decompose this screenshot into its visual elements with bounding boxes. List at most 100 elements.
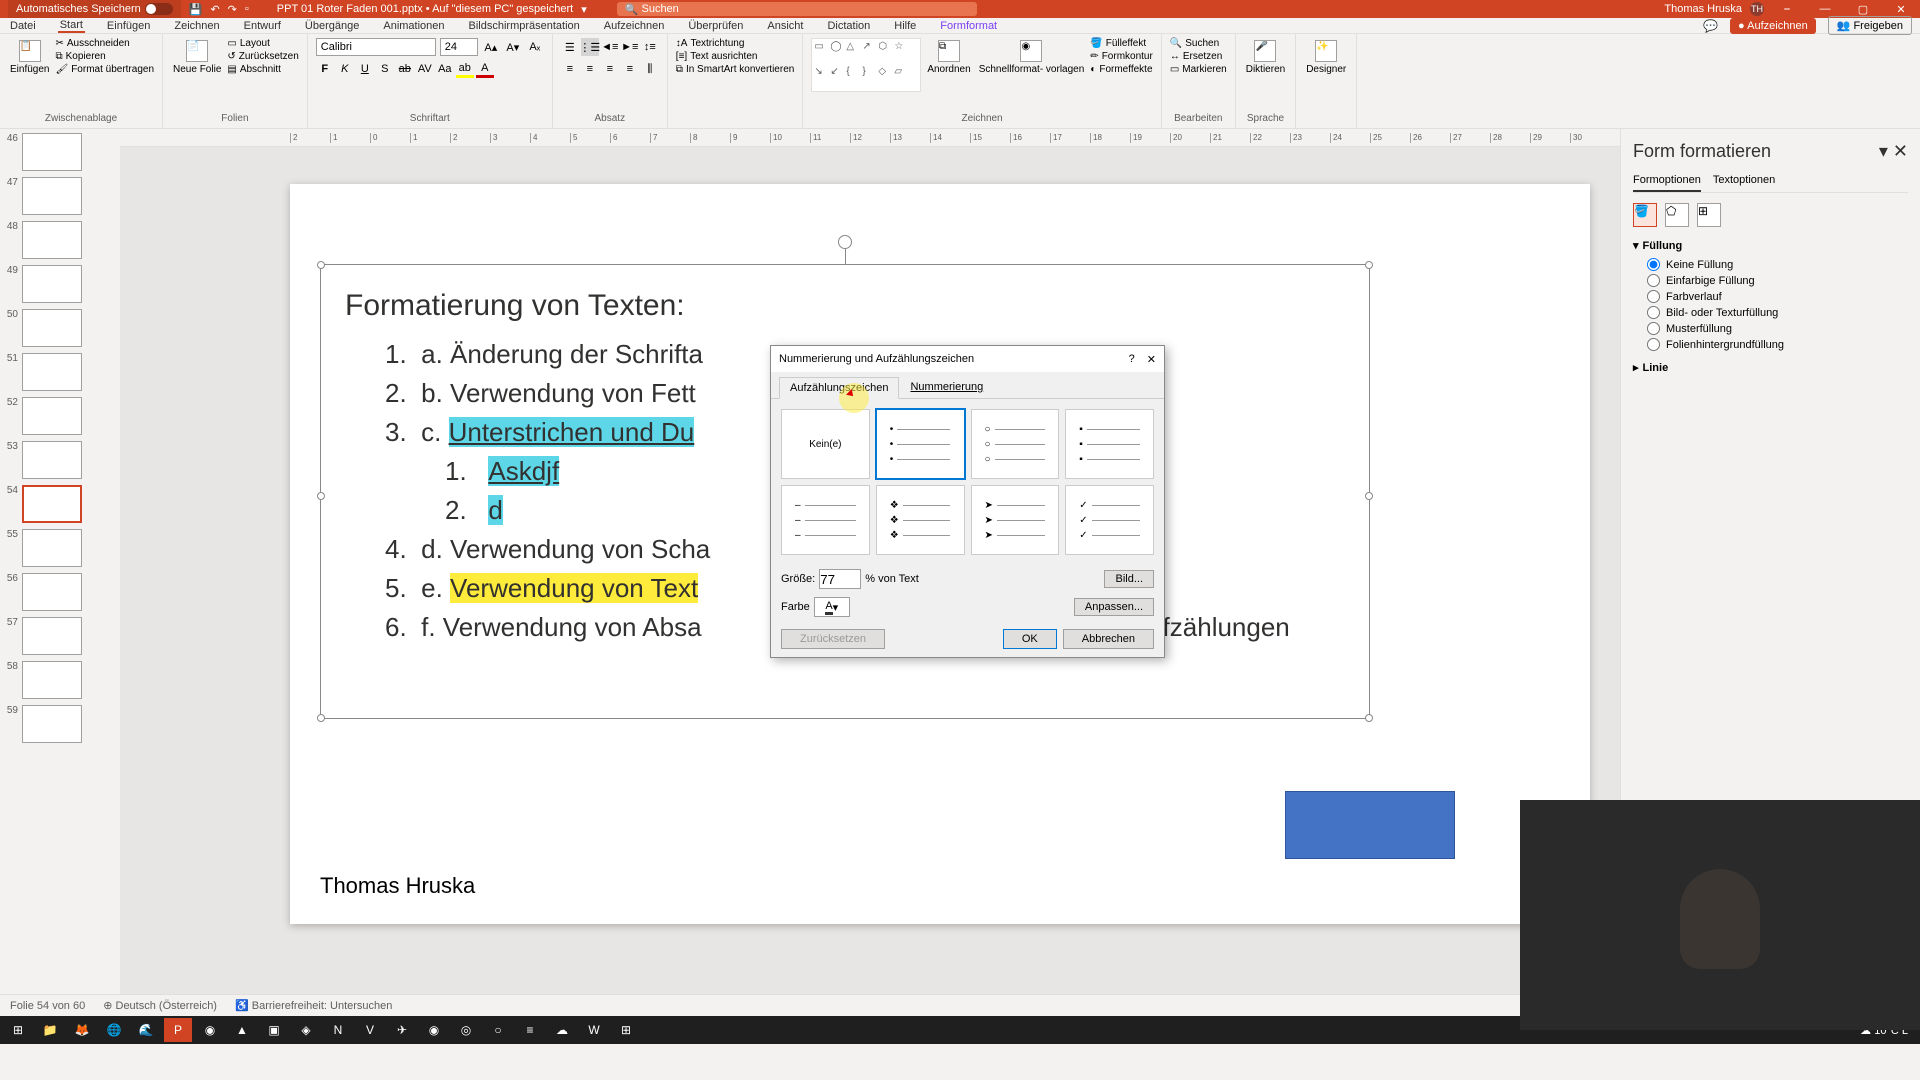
tab-zeichnen[interactable]: Zeichnen [172,20,221,32]
bullet-option-check[interactable]: ✓✓✓ [1065,485,1154,555]
app-icon[interactable]: V [356,1018,384,1042]
fill-section[interactable]: ▾ Füllung [1633,239,1908,252]
bullet-option-arrow[interactable]: ➤➤➤ [971,485,1060,555]
thumbnail-slide-46[interactable]: 46 [4,133,116,171]
record-button[interactable]: ● Aufzeichnen [1730,18,1816,34]
size-icon[interactable]: ⊞ [1697,203,1721,227]
cut-button[interactable]: ✂ Ausschneiden [55,38,154,49]
tab-uebergaenge[interactable]: Übergänge [303,20,361,32]
app-icon[interactable]: ≡ [516,1018,544,1042]
tab-formformat[interactable]: Formformat [938,20,999,32]
resize-handle[interactable] [1365,492,1373,500]
app-icon[interactable]: ◉ [196,1018,224,1042]
bullet-option-square[interactable]: ▪▪▪ [1065,409,1154,479]
clear-format-icon[interactable]: Aₓ [526,38,544,56]
autosave-toggle[interactable]: Automatisches Speichern [8,0,181,18]
replace-button[interactable]: ↔ Ersetzen [1170,51,1227,62]
bullet-option-disc[interactable]: ••• [876,409,965,479]
color-picker[interactable]: A ▾ [814,597,850,617]
picture-button[interactable]: Bild... [1104,570,1154,588]
close-dialog-icon[interactable]: ✕ [1147,353,1156,366]
customize-button[interactable]: Anpassen... [1074,598,1154,616]
numbering-button[interactable]: ⋮☰ [581,38,599,56]
thumbnail-slide-58[interactable]: 58 [4,661,116,699]
tab-text-options[interactable]: Textoptionen [1713,174,1775,192]
tab-hilfe[interactable]: Hilfe [892,20,918,32]
user-avatar[interactable]: TH [1750,2,1764,16]
section-button[interactable]: ▤ Abschnitt [227,64,298,75]
firefox-icon[interactable]: 🦊 [68,1018,96,1042]
slide-counter[interactable]: Folie 54 von 60 [10,1000,85,1012]
align-center-button[interactable]: ≡ [581,60,599,78]
resize-handle[interactable] [317,261,325,269]
spacing-button[interactable]: AV [416,60,434,78]
save-icon[interactable]: 💾 [189,3,203,16]
font-size-input[interactable]: 24 [440,38,478,56]
fill-radio-1[interactable]: Einfarbige Füllung [1647,274,1908,287]
bullet-option-circle[interactable]: ○○○ [971,409,1060,479]
start-button[interactable]: ⊞ [4,1018,32,1042]
explorer-icon[interactable]: 📁 [36,1018,64,1042]
arrange-button[interactable]: ⧉Anordnen [925,38,972,77]
resize-handle[interactable] [1365,714,1373,722]
tab-aufzeichnen[interactable]: Aufzeichnen [602,20,667,32]
tab-animationen[interactable]: Animationen [381,20,446,32]
shapes-gallery[interactable]: ▭◯△↗⬡☆ ↘↙{}◇▱ [811,38,921,92]
align-right-button[interactable]: ≡ [601,60,619,78]
app-icon[interactable]: ◈ [292,1018,320,1042]
author-text[interactable]: Thomas Hruska [320,873,475,899]
help-icon[interactable]: ? [1129,353,1135,366]
linespace-button[interactable]: ↕≡ [641,38,659,56]
fill-radio-4[interactable]: Musterfüllung [1647,322,1908,335]
shape-fill-button[interactable]: 🪣 Fülleffekt [1090,38,1153,49]
increase-font-icon[interactable]: A▴ [482,38,500,56]
shape-outline-button[interactable]: ✏ Formkontur [1090,51,1153,62]
slide-thumbnails[interactable]: 4647484950515253545556575859 [0,129,120,994]
tab-bildschirm[interactable]: Bildschirmpräsentation [467,20,582,32]
toggle-switch[interactable] [145,3,173,15]
copy-button[interactable]: ⧉ Kopieren [55,51,154,62]
quickstyles-button[interactable]: ◉Schnellformat- vorlagen [977,38,1087,77]
paste-button[interactable]: 📋Einfügen [8,38,51,77]
tab-bullets[interactable]: Aufzählungszeichen [779,377,899,399]
thumbnail-slide-47[interactable]: 47 [4,177,116,215]
dropdown-icon[interactable]: ▾ [581,3,587,16]
cancel-button[interactable]: Abbrechen [1063,629,1154,649]
text-direction-button[interactable]: ↕A Textrichtung [676,38,795,49]
tab-shape-options[interactable]: Formoptionen [1633,174,1701,192]
tab-ansicht[interactable]: Ansicht [765,20,805,32]
thumbnail-slide-53[interactable]: 53 [4,441,116,479]
bullet-option-diamond[interactable]: ❖❖❖ [876,485,965,555]
columns-button[interactable]: ⫼ [641,60,659,78]
smartart-button[interactable]: ⧉ In SmartArt konvertieren [676,64,795,75]
resize-handle[interactable] [1365,261,1373,269]
indent-button[interactable]: ►≡ [621,38,639,56]
tab-numbering[interactable]: Nummerierung [899,376,994,398]
strike-button[interactable]: ab [396,60,414,78]
dictate-button[interactable]: 🎤Diktieren [1244,38,1287,77]
font-color-button[interactable]: A [476,60,494,78]
font-name-input[interactable]: Calibri [316,38,436,56]
ok-button[interactable]: OK [1003,629,1057,649]
new-slide-button[interactable]: 📄Neue Folie [171,38,223,77]
thumbnail-slide-55[interactable]: 55 [4,529,116,567]
app-icon[interactable]: ☁ [548,1018,576,1042]
line-section[interactable]: ▸ Linie [1633,361,1908,374]
slide-title-text[interactable]: Formatierung von Texten: [345,289,1345,323]
chrome-icon[interactable]: 🌐 [100,1018,128,1042]
panel-collapse-icon[interactable]: ▾ [1879,141,1888,161]
outdent-button[interactable]: ◄≡ [601,38,619,56]
bullet-option-dash[interactable]: ––– [781,485,870,555]
app-icon[interactable]: ✈ [388,1018,416,1042]
comments-icon[interactable]: 💬 [1703,19,1718,33]
highlight-button[interactable]: ab [456,60,474,78]
app-icon[interactable]: N [324,1018,352,1042]
designer-button[interactable]: ✨Designer [1304,38,1348,77]
powerpoint-icon[interactable]: P [164,1018,192,1042]
thumbnail-slide-52[interactable]: 52 [4,397,116,435]
tab-einfuegen[interactable]: Einfügen [105,20,152,32]
thumbnail-slide-54[interactable]: 54 [4,485,116,523]
bold-button[interactable]: F [316,60,334,78]
case-button[interactable]: Aa [436,60,454,78]
fill-radio-0[interactable]: Keine Füllung [1647,258,1908,271]
